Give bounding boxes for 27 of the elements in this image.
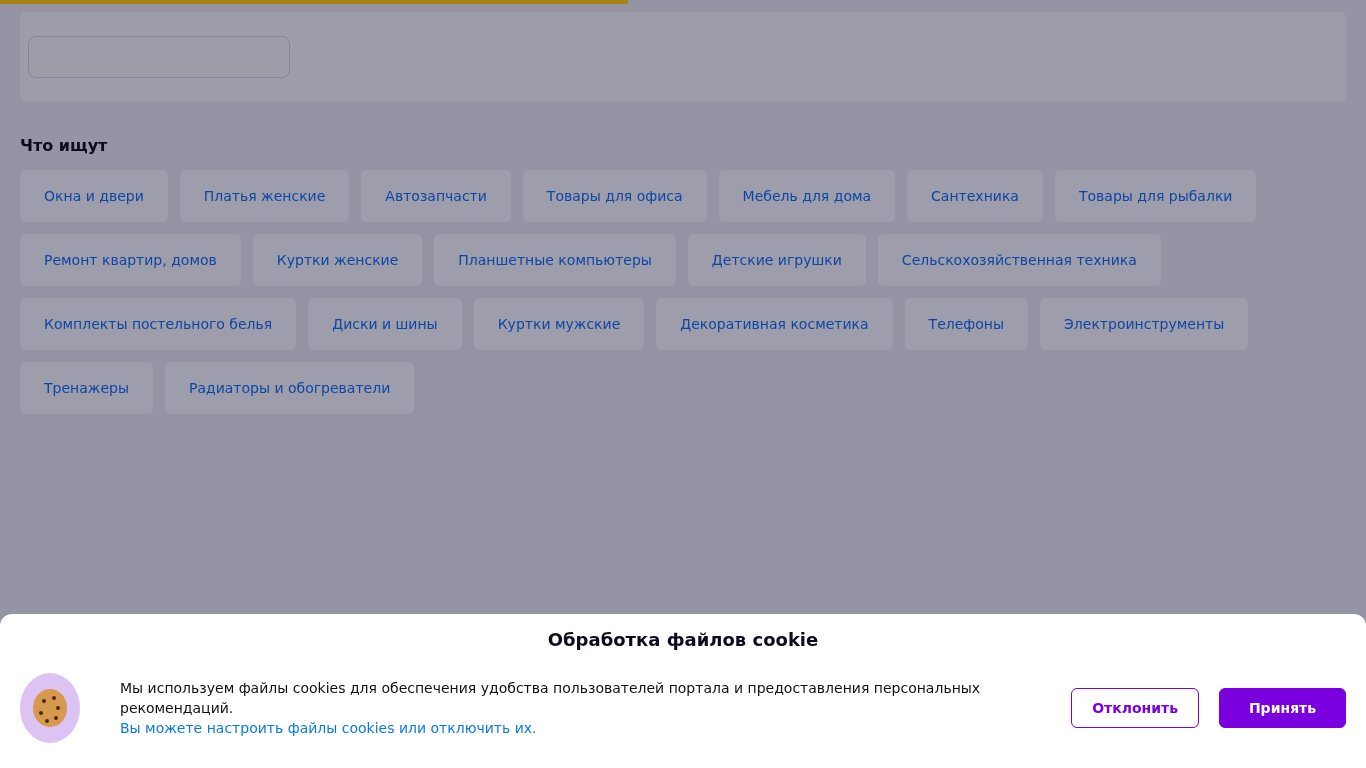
accept-button[interactable]: Принять bbox=[1219, 688, 1346, 728]
category-chip[interactable]: Декоративная косметика bbox=[656, 298, 893, 350]
category-chip[interactable]: Автозапчасти bbox=[361, 170, 511, 222]
category-chip[interactable]: Куртки мужские bbox=[473, 298, 645, 350]
settings-link[interactable]: Вы можете настроить файлы cookies или отключить их. bbox=[120, 718, 537, 738]
category-chip[interactable]: Ремонт квартир, домов bbox=[20, 234, 241, 286]
category-chip[interactable]: Телефоны bbox=[904, 298, 1029, 350]
section-title: Что ищут bbox=[20, 135, 109, 157]
banner-text: Мы используем файлы cookies для обеспечения удобства пользователей портала и предоставления персональных рекомендаций. bbox=[120, 679, 982, 718]
category-chip[interactable]: Окна и двери bbox=[20, 170, 168, 222]
category-chip[interactable]: Куртки женские bbox=[252, 234, 423, 286]
category-chip[interactable]: Тренажеры bbox=[20, 362, 153, 414]
banner-title: Обработка файлов cookie bbox=[546, 628, 820, 652]
search-field[interactable] bbox=[28, 36, 290, 78]
category-chip[interactable]: Товары для рыбалки bbox=[1054, 170, 1257, 222]
category-chip[interactable]: Планшетные компьютеры bbox=[434, 234, 676, 286]
category-chip[interactable]: Диски и шины bbox=[308, 298, 462, 350]
category-chip[interactable]: Сельскохозяйственная техника bbox=[877, 234, 1161, 286]
category-chip[interactable]: Электроинструменты bbox=[1040, 298, 1249, 350]
category-chip[interactable]: Товары для офиса bbox=[522, 170, 707, 222]
category-chip[interactable]: Комплекты постельного белья bbox=[20, 298, 297, 350]
category-chip[interactable]: Радиаторы и обогреватели bbox=[164, 362, 415, 414]
decline-button[interactable]: Отклонить bbox=[1071, 688, 1199, 728]
category-chip[interactable]: Мебель для дома bbox=[718, 170, 896, 222]
category-chip[interactable]: Детские игрушки bbox=[687, 234, 866, 286]
category-chip[interactable]: Платья женские bbox=[179, 170, 350, 222]
category-chip[interactable]: Сантехника bbox=[907, 170, 1043, 222]
